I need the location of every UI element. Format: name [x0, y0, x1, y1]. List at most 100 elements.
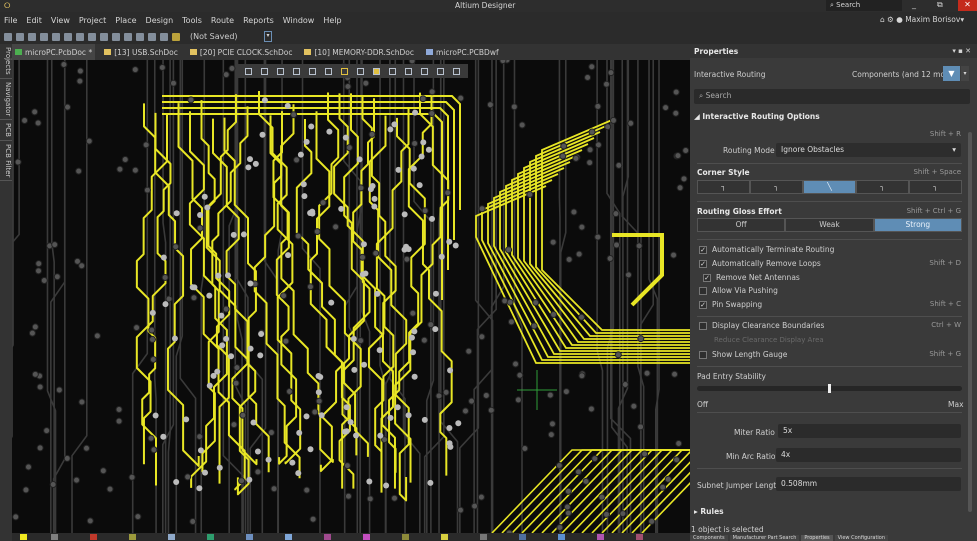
slider-thumb[interactable] [828, 384, 831, 393]
checkbox-via-pushing[interactable]: Allow Via Pushing [699, 286, 778, 295]
route-icon[interactable] [260, 67, 268, 75]
menu-tools[interactable]: Tools [182, 16, 202, 25]
corner-arc-button[interactable]: ╮ [909, 180, 962, 194]
layer-tab[interactable] [441, 534, 448, 540]
filter-icon[interactable] [244, 67, 252, 75]
doc-tab-pcie-clock[interactable]: [20] PCIE CLOCK.SchDoc [187, 44, 296, 60]
layer-tab[interactable] [20, 534, 27, 540]
save-icon[interactable] [16, 32, 24, 41]
checkbox-remove-loops[interactable]: ✓ Automatically Remove Loops [699, 259, 821, 268]
menu-file[interactable]: File [4, 16, 17, 25]
interactive-route-icon[interactable] [340, 67, 348, 75]
checkbox-pin-swapping[interactable]: ✓ Pin Swapping [699, 300, 762, 309]
menu-edit[interactable]: Edit [26, 16, 42, 25]
gloss-strong-button[interactable]: Strong [873, 218, 962, 232]
text-icon[interactable] [436, 67, 444, 75]
panel-search-input[interactable]: ⌕ Search [694, 89, 970, 104]
layer-tab[interactable] [324, 534, 331, 540]
undo-icon[interactable] [148, 32, 156, 41]
bottom-tab-part-search[interactable]: Manufacturer Part Search [729, 535, 800, 541]
corner-90-arc-button[interactable]: ╮ [750, 180, 803, 194]
min-arc-ratio-input[interactable]: 4x [776, 448, 961, 462]
bottom-tab-properties[interactable]: Properties [801, 535, 833, 541]
menu-window[interactable]: Window [283, 16, 315, 25]
preview-icon[interactable] [40, 32, 48, 41]
cut-icon[interactable] [88, 32, 96, 41]
open-icon[interactable] [4, 32, 12, 41]
user-menu[interactable]: ⌂ ⚙ ● Maxim Borisov▾ [880, 15, 964, 24]
close-button[interactable]: ✕ [958, 0, 977, 11]
section-interactive-routing-options[interactable]: ◢ Interactive Routing Options [694, 112, 820, 121]
doc-tab-usb[interactable]: [13] USB.SchDoc [101, 44, 181, 60]
layer-tab[interactable] [636, 534, 643, 540]
via-icon[interactable] [372, 67, 380, 75]
layer-tab[interactable] [363, 534, 370, 540]
menu-place[interactable]: Place [115, 16, 136, 25]
maximize-button[interactable]: ⧉ [937, 0, 943, 10]
menu-project[interactable]: Project [79, 16, 106, 25]
tab-pcb[interactable]: PCB [0, 120, 12, 141]
subnet-jumper-input[interactable]: 0.508mm [776, 477, 961, 491]
corner-45-arc-button[interactable]: ╮ [856, 180, 909, 194]
layer-tab[interactable] [597, 534, 604, 540]
checkbox-length-gauge[interactable]: Show Length Gauge [699, 350, 787, 359]
move-icon[interactable] [136, 32, 144, 41]
menu-design[interactable]: Design [146, 16, 174, 25]
filter-button[interactable]: ▼ [943, 66, 960, 81]
layer-tab[interactable] [480, 534, 487, 540]
bottom-tab-view-config[interactable]: View Configuration [834, 535, 889, 541]
fill-icon[interactable] [324, 67, 332, 75]
component-icon[interactable] [308, 67, 316, 75]
bottom-tab-components[interactable]: Components [690, 535, 728, 541]
pad-entry-slider[interactable] [697, 384, 962, 393]
select-rect-icon[interactable] [292, 67, 300, 75]
select-icon[interactable] [124, 32, 132, 41]
minimize-button[interactable]: _ [912, 0, 916, 9]
menu-route[interactable]: Route [211, 16, 234, 25]
layer-tab[interactable] [129, 534, 136, 540]
panel-scrollbar[interactable] [968, 132, 972, 512]
checkbox-remove-antennas[interactable]: ✓ Remove Net Antennas [703, 273, 800, 282]
doc-tab-pcbdwf[interactable]: microPC.PCBDwf [423, 44, 502, 60]
layer-tab[interactable] [246, 534, 253, 540]
crosshair-icon[interactable] [276, 67, 284, 75]
pcb-board-view[interactable] [12, 60, 690, 533]
filter-dropdown[interactable]: ▾ [961, 66, 969, 81]
miter-ratio-input[interactable]: 5x [778, 424, 961, 438]
menu-help[interactable]: Help [323, 16, 341, 25]
menu-reports[interactable]: Reports [243, 16, 274, 25]
layer-tab[interactable] [519, 534, 526, 540]
global-search[interactable]: ⌕ Search [826, 0, 902, 11]
layer-tab[interactable] [168, 534, 175, 540]
save-state-dropdown[interactable]: ▾ [264, 31, 272, 42]
corner-45-button[interactable]: ╲ [803, 180, 856, 194]
line-icon[interactable] [452, 67, 460, 75]
diff-pair-icon[interactable] [356, 67, 364, 75]
layer-tab[interactable] [51, 534, 58, 540]
polygon-icon[interactable] [388, 67, 396, 75]
tab-navigator[interactable]: Navigator [0, 79, 12, 120]
menu-view[interactable]: View [51, 16, 70, 25]
routing-mode-select[interactable]: Ignore Obstacles ▾ [776, 143, 961, 157]
zoom-selected-icon[interactable] [64, 32, 72, 41]
layer-tab[interactable] [402, 534, 409, 540]
gloss-weak-button[interactable]: Weak [785, 218, 874, 232]
doc-tab-memory-ddr[interactable]: [10] MEMORY-DDR.SchDoc [301, 44, 417, 60]
layer-tab[interactable] [90, 534, 97, 540]
checkbox-auto-terminate[interactable]: ✓ Automatically Terminate Routing [699, 245, 834, 254]
panel-controls[interactable]: ▾ ▪ ✕ [952, 47, 971, 55]
layer-tab[interactable] [558, 534, 565, 540]
section-rules[interactable]: ▸ Rules [694, 507, 724, 516]
redo-icon[interactable] [160, 32, 168, 41]
paste-icon[interactable] [112, 32, 120, 41]
print-icon[interactable] [28, 32, 36, 41]
dimension-icon[interactable] [420, 67, 428, 75]
checkbox-clearance-boundaries[interactable]: Display Clearance Boundaries [699, 321, 824, 330]
gloss-off-button[interactable]: Off [697, 218, 786, 232]
pcb-canvas[interactable] [12, 60, 690, 533]
tab-pcb-filter[interactable]: PCB Filter [0, 141, 12, 182]
region-icon[interactable] [404, 67, 412, 75]
copy-icon[interactable] [100, 32, 108, 41]
tab-projects[interactable]: Projects [0, 44, 12, 79]
zoom-icon[interactable] [52, 32, 60, 41]
